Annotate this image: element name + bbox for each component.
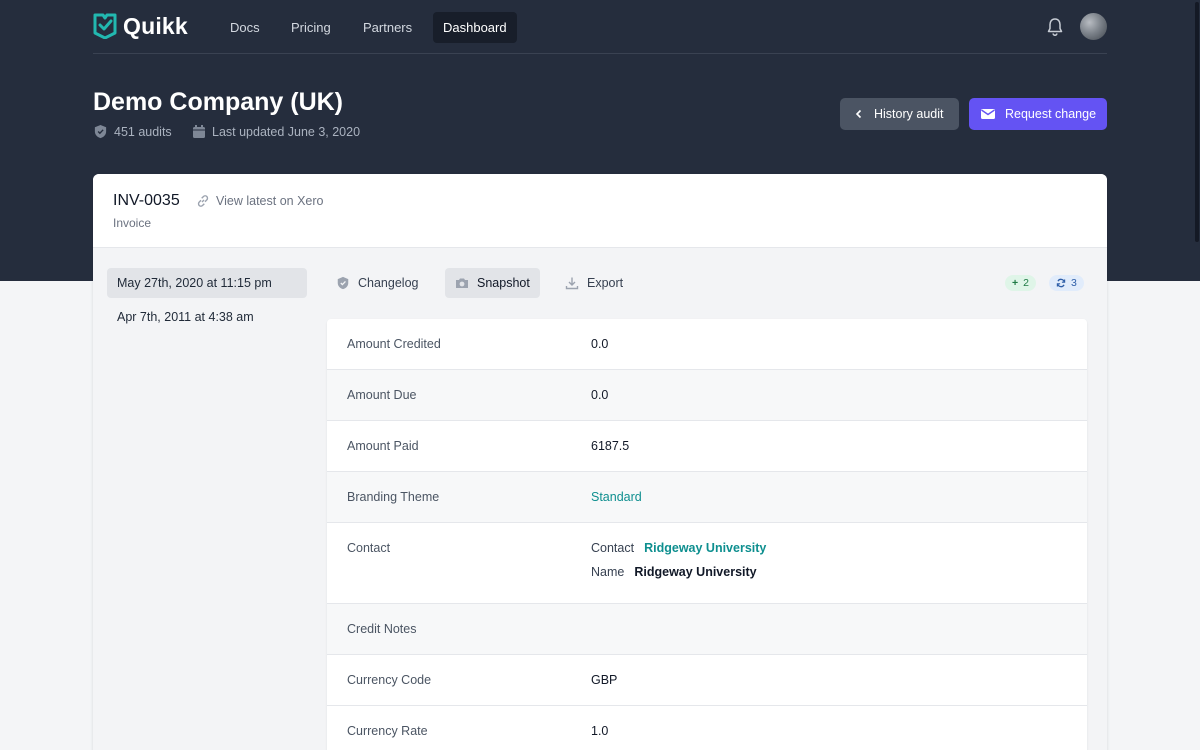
table-row: Branding Theme Standard [327, 472, 1087, 523]
tab-changelog-label: Changelog [358, 276, 419, 290]
field-label: Currency Code [347, 673, 432, 687]
top-nav: Quikk Docs Pricing Partners Dashboard [93, 0, 1107, 54]
field-label: Amount Paid [347, 439, 419, 453]
history-date-item[interactable]: May 27th, 2020 at 11:15 pm [107, 268, 307, 298]
audit-count: 451 audits [93, 124, 172, 139]
invoice-type: Invoice [113, 216, 152, 230]
logo-text: Quikk [123, 12, 188, 39]
link-icon [197, 195, 209, 207]
field-label: Amount Credited [347, 337, 441, 351]
table-row: Amount Due 0.0 [327, 370, 1087, 421]
snapshot-table: Amount Credited 0.0 Amount Due 0.0 Amoun… [327, 319, 1087, 750]
invoice-number: INV-0035 [113, 192, 180, 209]
name-value: Ridgeway University [634, 565, 757, 579]
tab-snapshot-label: Snapshot [477, 276, 530, 290]
download-icon [565, 277, 579, 290]
nav-dashboard[interactable]: Dashboard [433, 12, 517, 43]
field-value: 0.0 [591, 388, 609, 402]
field-label: Contact [347, 541, 391, 555]
tab-export[interactable]: Export [555, 268, 633, 298]
view-on-xero-label: View latest on Xero [216, 194, 324, 208]
scrollbar[interactable] [1194, 0, 1200, 750]
contact-link[interactable]: Ridgeway University [644, 541, 766, 555]
plus-icon: + [1012, 277, 1019, 289]
added-count: 2 [1023, 277, 1029, 289]
invoice-card-header: INV-0035 View latest on Xero Invoice [93, 174, 1107, 248]
history-audit-label: History audit [874, 107, 944, 121]
tab-snapshot[interactable]: Snapshot [445, 268, 540, 298]
table-row: Currency Code GBP [327, 655, 1087, 706]
page-title: Demo Company (UK) [93, 88, 344, 116]
name-detail: Name Ridgeway University [591, 565, 757, 579]
audit-count-text: 451 audits [114, 124, 172, 139]
request-change-label: Request change [1005, 107, 1097, 121]
scrollbar-thumb[interactable] [1195, 2, 1199, 242]
user-avatar[interactable] [1080, 13, 1107, 40]
mail-icon [981, 109, 995, 119]
field-label: Amount Due [347, 388, 417, 402]
logo[interactable]: Quikk [93, 13, 188, 39]
view-on-xero-link[interactable]: View latest on Xero [196, 194, 323, 208]
field-value: 6187.5 [591, 439, 630, 453]
name-sub-label: Name [591, 565, 625, 579]
shield-icon [337, 276, 349, 290]
table-row: Credit Notes [327, 604, 1087, 655]
field-value: 1.0 [591, 724, 609, 738]
notification-bell-icon[interactable] [1044, 16, 1066, 38]
table-row: Contact Contact Ridgeway University Name R… [327, 523, 1087, 604]
calendar-icon [193, 125, 205, 138]
chevron-left-icon [855, 109, 862, 119]
request-change-button[interactable]: Request change [969, 98, 1107, 130]
refresh-icon [1056, 278, 1066, 288]
added-count-badge: +2 [1005, 275, 1036, 291]
contact-detail: Contact Ridgeway University [591, 541, 766, 555]
updated-count-badge: 3 [1049, 275, 1084, 291]
tab-export-label: Export [587, 276, 624, 290]
field-value: GBP [591, 673, 618, 687]
camera-icon [456, 278, 468, 288]
invoice-card: INV-0035 View latest on Xero Invoice May… [93, 174, 1107, 750]
history-audit-button[interactable]: History audit [840, 98, 959, 130]
nav-partners[interactable]: Partners [353, 12, 422, 43]
nav-pricing[interactable]: Pricing [281, 12, 341, 43]
field-label: Credit Notes [347, 622, 417, 636]
field-label: Branding Theme [347, 490, 440, 504]
table-row: Currency Rate 1.0 [327, 706, 1087, 750]
field-label: Currency Rate [347, 724, 428, 738]
shield-icon [94, 124, 107, 139]
history-date-item[interactable]: Apr 7th, 2011 at 4:38 am [107, 302, 307, 332]
last-updated-text: Last updated June 3, 2020 [212, 124, 361, 139]
table-row: Amount Paid 6187.5 [327, 421, 1087, 472]
updated-count: 3 [1071, 277, 1077, 289]
branding-theme-link[interactable]: Standard [591, 490, 642, 504]
last-updated: Last updated June 3, 2020 [192, 124, 360, 139]
field-value: 0.0 [591, 337, 609, 351]
nav-docs[interactable]: Docs [220, 12, 270, 43]
table-row: Amount Credited 0.0 [327, 319, 1087, 370]
tab-changelog[interactable]: Changelog [326, 268, 428, 298]
contact-sub-label: Contact [591, 541, 635, 555]
quikk-logo-icon [93, 13, 117, 39]
